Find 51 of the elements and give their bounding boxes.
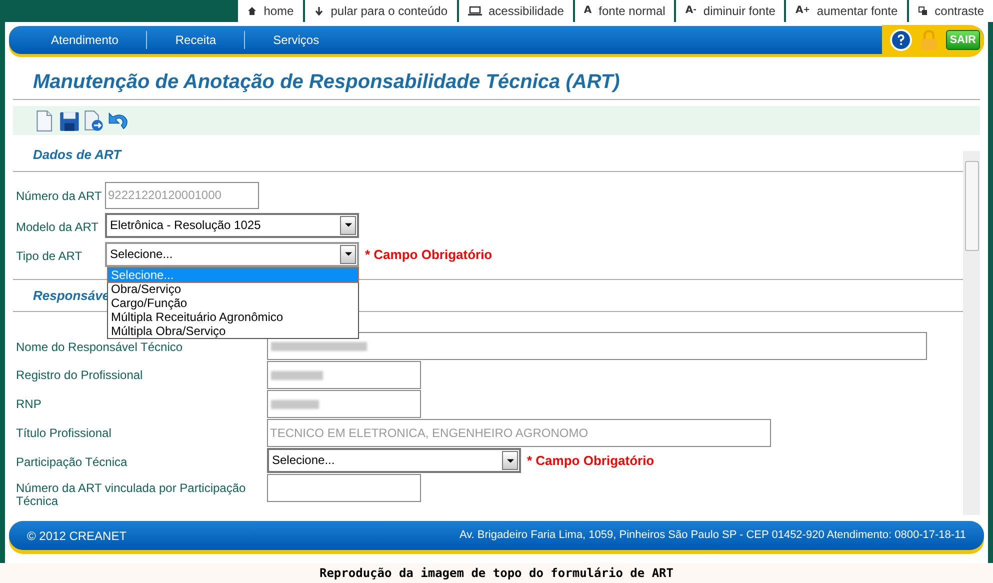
home-icon — [246, 6, 257, 16]
nav-link[interactable]: Atendimento — [23, 31, 148, 49]
field-label: Registro do Profissional — [16, 369, 143, 382]
input-field[interactable] — [267, 390, 421, 418]
font-size-icon: A — [584, 6, 592, 16]
field-label: Número da ART vinculada por Participação Técnica — [16, 482, 247, 508]
image-caption: Reprodução da imagem de topo do formulário de ART — [319, 565, 674, 582]
scrollbar[interactable] — [963, 151, 980, 515]
top-link[interactable]: A- diminuir fonte — [674, 0, 784, 22]
input-field[interactable] — [267, 361, 421, 389]
input-field[interactable] — [267, 332, 927, 360]
top-link[interactable]: A fonte normal — [572, 0, 674, 22]
top-link[interactable]: contraste — [906, 0, 993, 22]
monitor-icon — [468, 6, 482, 16]
field-label: Número da ART — [16, 190, 102, 202]
select-field[interactable]: Selecione... — [105, 242, 359, 266]
dropdown-option[interactable]: Múltipla Obra/Serviço — [108, 324, 358, 338]
select-field[interactable]: Selecione... — [267, 448, 521, 473]
top-link[interactable]: acessibilidade — [456, 0, 573, 22]
dropdown-option[interactable]: Obra/Serviço — [108, 282, 358, 296]
dropdown-option[interactable]: Cargo/Função — [108, 296, 358, 310]
nav-link[interactable]: Receita — [147, 31, 246, 49]
nav-link[interactable]: Serviços — [245, 31, 348, 49]
top-link[interactable]: A+ aumentar fonte — [784, 0, 907, 22]
dropdown-arrow-icon — [344, 252, 352, 256]
help-icon[interactable] — [890, 29, 912, 51]
font-size-icon: A+ — [795, 6, 810, 16]
field-label: Título Profissional — [16, 427, 112, 440]
copyright-text: © 2012 CREANET — [27, 528, 127, 544]
address-text: Av. Brigadeiro Faria Lima, 1059, Pinheiros São Paulo SP - CEP 01452-920 Atendimento: 0800-17-18-11 — [459, 528, 966, 544]
required-note: * Campo Obrigatório — [364, 246, 492, 264]
required-note: * Campo Obrigatório — [526, 452, 654, 470]
section-title: Dados de ART — [13, 139, 963, 172]
field-label: RNP — [16, 398, 42, 411]
field-label: Modelo da ART — [16, 220, 98, 234]
dropdown-option[interactable]: Múltipla Receituário Agronômico — [108, 310, 358, 324]
font-size-icon: A- — [685, 6, 696, 16]
select-field[interactable]: Eletrônica - Resolução 1025 — [105, 212, 359, 238]
field-label: Participação Técnica — [16, 456, 128, 469]
field-label: Nome do Responsável Técnico — [16, 341, 183, 354]
dropdown-arrow-icon — [344, 223, 352, 227]
page-title: Manutenção de Anotação de Responsabilidade Técnica (ART) — [32, 70, 621, 95]
input-field[interactable] — [267, 474, 421, 502]
top-link[interactable]: home — [236, 0, 303, 22]
down-arrow-icon — [314, 6, 324, 16]
field-label: Tipo de ART — [16, 250, 82, 262]
top-link[interactable]: pular para o conteúdo — [302, 0, 456, 22]
document-arrow-icon[interactable] — [83, 110, 105, 132]
contrast-icon — [918, 6, 928, 16]
scrollbar-thumb[interactable] — [964, 161, 978, 251]
dropdown-arrow-icon — [506, 458, 514, 462]
